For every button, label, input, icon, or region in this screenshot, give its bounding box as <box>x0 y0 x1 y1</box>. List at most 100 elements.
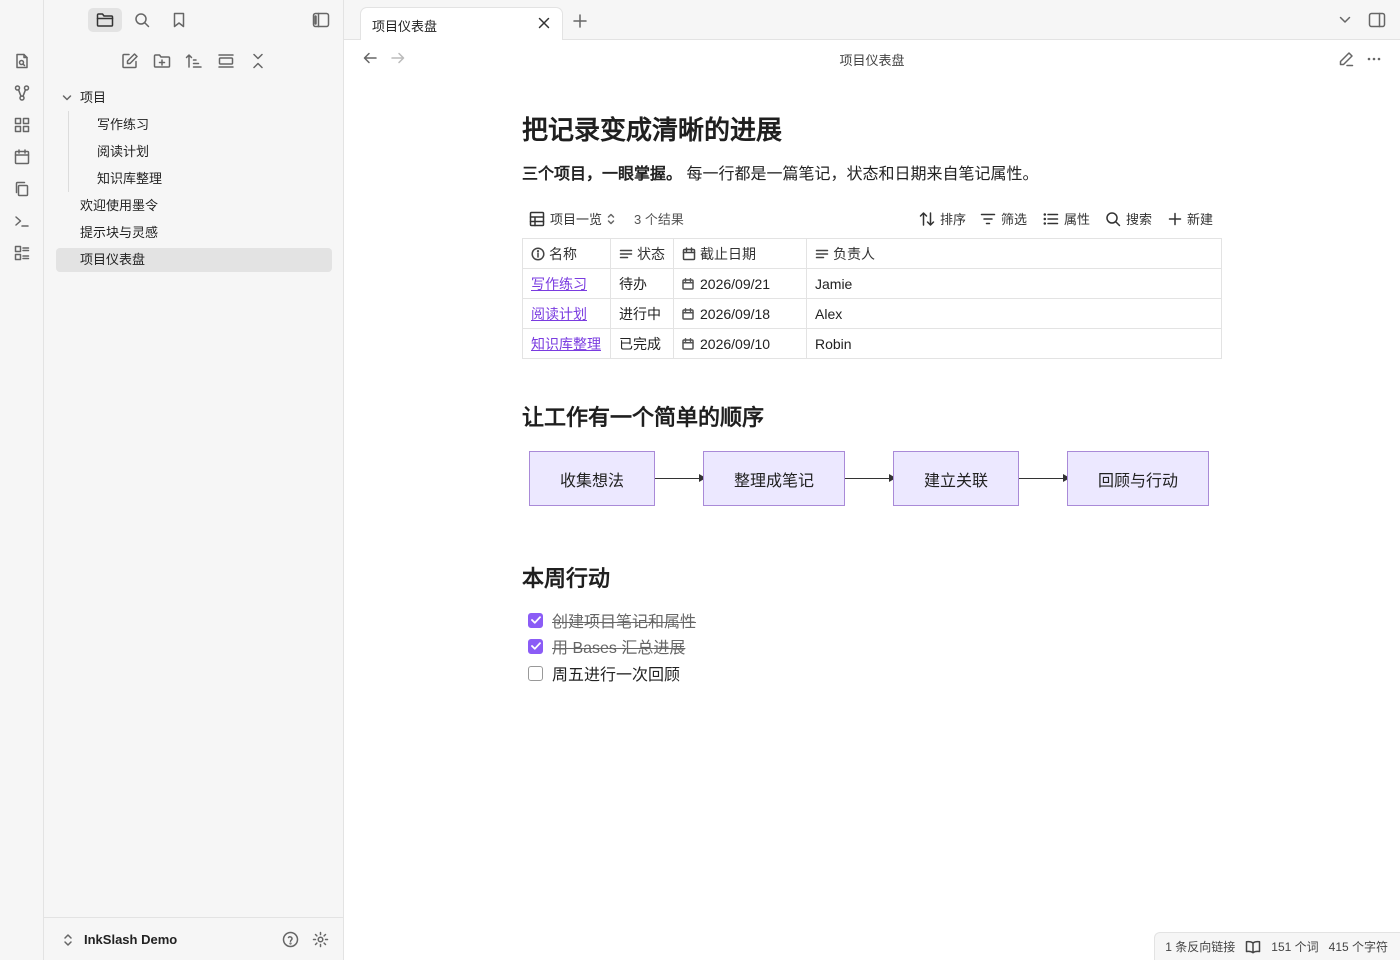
task-checkbox[interactable] <box>528 612 543 628</box>
task-text: 周五进行一次回顾 <box>552 667 681 684</box>
calendar-icon[interactable] <box>12 147 32 167</box>
canvas-icon[interactable] <box>12 115 32 135</box>
cell-due[interactable]: 2026/09/21 <box>673 268 807 299</box>
info-icon <box>531 246 545 261</box>
new-record-button[interactable]: 新建 <box>1168 209 1213 228</box>
flow-arrow <box>845 474 896 482</box>
column-header-status[interactable]: 状态 <box>610 238 674 269</box>
base-view-selector[interactable]: 项目一览 <box>529 209 615 228</box>
note-link[interactable]: 知识库整理 <box>531 336 601 352</box>
cell-status[interactable]: 待办 <box>610 268 674 299</box>
sort-button[interactable]: 排序 <box>919 209 966 228</box>
chevron-updown-icon[interactable] <box>63 933 73 947</box>
vault-switcher-bar: InkSlash Demo <box>44 917 344 960</box>
column-header-name[interactable]: 名称 <box>522 238 611 269</box>
note-link[interactable]: 写作练习 <box>531 276 587 292</box>
cell-owner[interactable]: Jamie <box>806 268 1222 299</box>
tree-item-writing[interactable]: 写作练习 <box>97 113 149 137</box>
tab-title: 项目仪表盘 <box>372 19 438 34</box>
properties-label: 属性 <box>1064 212 1091 227</box>
search-label: 搜索 <box>1126 212 1153 227</box>
copy-icon[interactable] <box>12 179 32 199</box>
plus-icon <box>1168 212 1182 226</box>
due-date: 2026/09/21 <box>700 275 771 292</box>
task-checkbox[interactable] <box>528 638 543 654</box>
flow-arrow <box>1019 474 1070 482</box>
tab-list-chevron-icon[interactable] <box>1339 16 1351 24</box>
base-search-button[interactable]: 搜索 <box>1105 209 1152 228</box>
cell-name[interactable]: 写作练习 <box>522 268 611 299</box>
vault-name[interactable]: InkSlash Demo <box>84 932 177 947</box>
char-count: 415 个字符 <box>1328 940 1388 954</box>
cell-status[interactable]: 已完成 <box>610 328 674 359</box>
search-icon[interactable] <box>125 8 159 32</box>
note-link[interactable]: 阅读计划 <box>531 306 587 322</box>
tab-dashboard[interactable]: 项目仪表盘 <box>360 7 563 41</box>
table-header-row: 名称 状态 截止日期 负责人 <box>522 238 1222 269</box>
edit-mode-icon[interactable] <box>1338 51 1354 67</box>
column-header-due[interactable]: 截止日期 <box>673 238 807 269</box>
sort-order-icon[interactable] <box>183 50 205 72</box>
template-icon[interactable] <box>12 243 32 263</box>
tree-item-welcome[interactable]: 欢迎使用墨令 <box>80 194 158 218</box>
cell-owner[interactable]: Robin <box>806 328 1222 359</box>
base-toolbar: 项目一览 3 个结果 排序 筛选 属性 搜索 新建 <box>522 206 1222 230</box>
cell-due[interactable]: 2026/09/18 <box>673 298 807 329</box>
daily-note-icon[interactable] <box>12 51 32 71</box>
close-tab-icon[interactable] <box>538 17 550 29</box>
right-sidebar-toggle-icon[interactable] <box>1368 12 1386 28</box>
terminal-icon[interactable] <box>12 211 32 231</box>
backlinks-count[interactable]: 1 条反向链接 <box>1165 938 1235 955</box>
task-text: 创建项目笔记和属性 <box>552 614 697 631</box>
word-count: 151 个词 <box>1271 940 1319 954</box>
task-item: 创建项目笔记和属性 <box>528 608 696 632</box>
graph-icon[interactable] <box>12 83 32 103</box>
tree-item-dashboard[interactable]: 项目仪表盘 <box>56 248 332 272</box>
new-label: 新建 <box>1187 212 1214 227</box>
heading-1: 把记录变成清晰的进展 <box>522 115 783 145</box>
task-checkbox[interactable] <box>528 665 543 681</box>
cell-due[interactable]: 2026/09/10 <box>673 328 807 359</box>
tree-folder-projects[interactable]: 项目 <box>56 86 332 110</box>
filter-label: 筛选 <box>1001 212 1028 227</box>
base-view-name: 项目一览 <box>550 212 603 227</box>
text-lines-icon <box>619 247 633 261</box>
calendar-icon <box>682 337 694 350</box>
task-item: 用 Bases 汇总进展 <box>528 634 685 658</box>
chevron-down-icon <box>62 94 72 102</box>
more-options-icon[interactable] <box>1366 57 1382 61</box>
cell-name[interactable]: 知识库整理 <box>522 328 611 359</box>
cell-name[interactable]: 阅读计划 <box>522 298 611 329</box>
collapse-all-icon[interactable] <box>247 50 269 72</box>
sort-icon <box>919 211 935 227</box>
list-icon <box>1043 211 1059 227</box>
properties-button[interactable]: 属性 <box>1043 209 1090 228</box>
task-text: 用 Bases 汇总进展 <box>552 640 686 657</box>
new-tab-icon[interactable] <box>573 14 587 28</box>
intro-bold: 三个项目，一眼掌握。 <box>522 166 683 183</box>
table-row: 知识库整理 已完成 2026/09/10 Robin <box>522 328 1222 359</box>
flow-step-organize: 整理成笔记 <box>703 451 845 506</box>
folder-icon[interactable] <box>88 8 122 32</box>
due-date: 2026/09/18 <box>700 305 771 322</box>
cell-owner[interactable]: Alex <box>806 298 1222 329</box>
bookmark-icon[interactable] <box>162 8 196 32</box>
intro-paragraph: 三个项目，一眼掌握。 每一行都是一篇笔记，状态和日期来自笔记属性。 <box>522 160 1038 184</box>
help-icon[interactable] <box>282 931 299 948</box>
tree-item-callouts[interactable]: 提示块与灵感 <box>80 221 158 245</box>
filter-button[interactable]: 筛选 <box>980 209 1027 228</box>
new-note-icon[interactable] <box>119 50 141 72</box>
column-header-owner[interactable]: 负责人 <box>806 238 1222 269</box>
auto-reveal-icon[interactable] <box>215 50 237 72</box>
sidebar-toggle-icon[interactable] <box>304 8 338 32</box>
tree-item-knowledge[interactable]: 知识库整理 <box>97 167 162 191</box>
cell-status[interactable]: 进行中 <box>610 298 674 329</box>
settings-gear-icon[interactable] <box>312 931 329 948</box>
view-title: 项目仪表盘 <box>839 53 905 68</box>
tree-item-reading[interactable]: 阅读计划 <box>97 140 149 164</box>
table-row: 阅读计划 进行中 2026/09/18 Alex <box>522 298 1222 329</box>
new-folder-icon[interactable] <box>151 50 173 72</box>
intro-text: 每一行都是一篇笔记，状态和日期来自笔记属性。 <box>686 166 1039 183</box>
file-explorer-sidebar: 项目 写作练习 阅读计划 知识库整理 欢迎使用墨令 提示块与灵感 项目仪表盘 I… <box>44 0 344 960</box>
reading-book-icon[interactable] <box>1245 940 1261 954</box>
